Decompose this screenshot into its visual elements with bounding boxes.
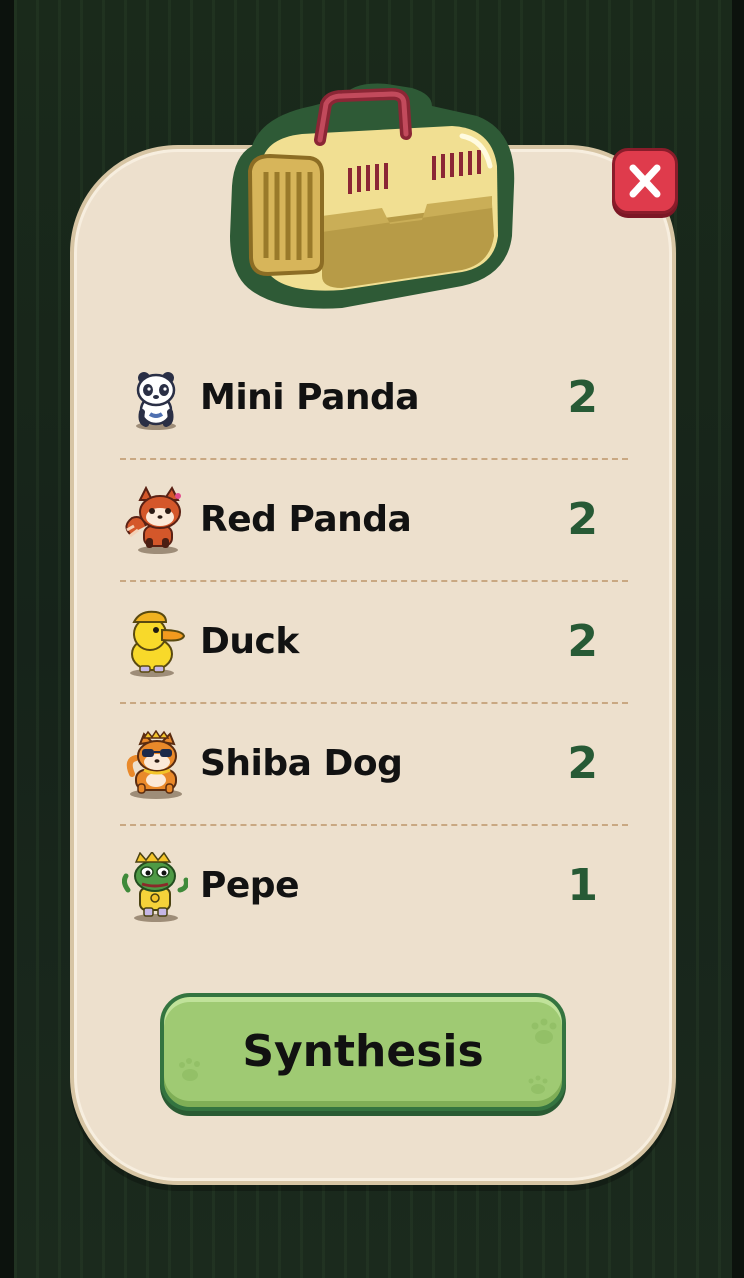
pet-name: Mini Panda [200, 377, 420, 418]
pet-name: Duck [200, 621, 299, 662]
list-item-shiba-dog[interactable]: Shiba Dog 2 [120, 704, 628, 826]
list-item-mini-panda[interactable]: Mini Panda 2 [120, 338, 628, 460]
background-edge-left [0, 0, 14, 1278]
shiba-dog-icon [126, 730, 182, 799]
pet-name: Pepe [200, 865, 300, 906]
red-panda-icon [125, 486, 181, 554]
pet-name: Red Panda [200, 499, 412, 540]
close-button[interactable] [612, 148, 678, 214]
background-edge-right [732, 0, 744, 1278]
duck-icon [130, 610, 186, 677]
list-item-red-panda[interactable]: Red Panda 2 [120, 460, 628, 582]
pet-count: 1 [567, 860, 598, 911]
synthesis-button[interactable]: Synthesis [160, 993, 566, 1111]
synthesis-label: Synthesis [242, 1026, 484, 1077]
pet-list: Mini Panda 2 Red Panda 2 Duck 2 Shiba Do… [120, 338, 628, 946]
pet-count: 2 [567, 738, 598, 789]
pet-count: 2 [567, 616, 598, 667]
pet-carrier-icon [230, 83, 515, 309]
pet-count: 2 [567, 494, 598, 545]
pet-count: 2 [567, 372, 598, 423]
list-item-pepe[interactable]: Pepe 1 [120, 826, 628, 946]
list-item-duck[interactable]: Duck 2 [120, 582, 628, 704]
close-icon [629, 164, 661, 198]
mini-panda-icon [136, 372, 176, 430]
pet-name: Shiba Dog [200, 743, 403, 784]
pepe-icon [122, 852, 188, 922]
